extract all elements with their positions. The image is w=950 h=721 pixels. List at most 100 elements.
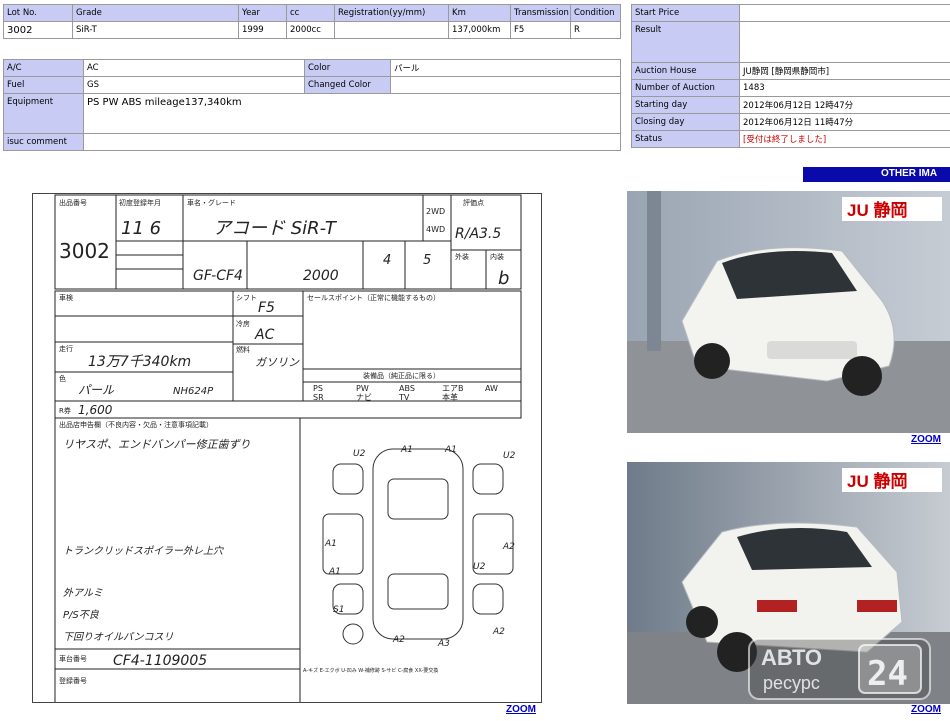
label-closing-day: Closing day xyxy=(631,113,740,131)
value-transmission: F5 xyxy=(510,21,571,39)
sheet-score: R/A3.5 xyxy=(455,226,501,242)
value-changed-color xyxy=(390,76,621,94)
watermark-line2: ресурс xyxy=(763,673,820,693)
auction-sheet-image[interactable]: 出品番号 3002 初度登録年月 11 6 車名・グレード アコード SiR-T… xyxy=(32,193,542,703)
sheet-lot-no: 3002 xyxy=(59,239,110,263)
sheet-options-grid: PS PW ABS エアB AWSR ナビ TV 本革 xyxy=(313,384,498,402)
sheet-chassis: CF4-1109005 xyxy=(113,653,207,669)
sheet-damage-mark: A3 xyxy=(437,639,450,649)
sheet-damage-mark: A1 xyxy=(400,445,413,455)
car-photo-front[interactable]: JU 静岡 xyxy=(627,191,950,433)
sheet-note-5: 下回りオイルパンコスリ xyxy=(63,631,174,643)
sheet-damage-mark: U2 xyxy=(503,451,516,461)
zoom-photo2-link[interactable]: ZOOM xyxy=(911,704,941,715)
value-color: パール xyxy=(390,59,621,77)
sheet-damage-mark: U2 xyxy=(353,449,366,459)
sheet-interior-label: 内装 xyxy=(490,252,504,261)
sheet-recycle: 1,600 xyxy=(78,403,113,417)
sheet-color-label: 色 xyxy=(59,374,66,383)
value-grade: SiR-T xyxy=(72,21,239,39)
sheet-color: パール xyxy=(78,383,115,397)
auction-status-table: Start Price Result Auction House JU静岡 [静… xyxy=(631,4,950,148)
sheet-capacity: 5 xyxy=(423,253,431,268)
value-lot-no: 3002 xyxy=(3,21,73,39)
header-lot-no: Lot No. xyxy=(3,4,73,22)
sheet-note-2: トランクリッドスポイラー外レ上穴 xyxy=(63,545,224,557)
value-result xyxy=(739,21,950,63)
sheet-chassis-label: 車台番号 xyxy=(59,654,87,663)
header-transmission: Transmission xyxy=(510,4,571,22)
zoom-sheet-link[interactable]: ZOOM xyxy=(506,704,536,715)
value-fuel: GS xyxy=(83,76,305,94)
zoom-photo1-link[interactable]: ZOOM xyxy=(911,434,941,445)
value-closing-day: 2012年06月12日 11時47分 xyxy=(739,113,950,131)
sheet-note-3: 外アルミ xyxy=(63,587,103,599)
label-comment: isuc comment xyxy=(3,133,84,151)
value-number-of-auction: 1483 xyxy=(739,79,950,97)
sheet-damage-marks: U2 A1 A1 U2 A1 A1 A2 U2 S1 A2 A3 A2 xyxy=(324,445,516,649)
sheet-model: アコード SiR-T xyxy=(213,218,338,239)
sheet-damage-mark: A1 xyxy=(328,567,341,577)
sheet-displacement: 2000 xyxy=(303,268,339,284)
value-ac: AC xyxy=(83,59,305,77)
sheet-option-item: PW xyxy=(356,384,369,393)
sheet-2wd: 2WD xyxy=(426,207,445,216)
header-km: Km xyxy=(448,4,511,22)
header-condition: Condition xyxy=(570,4,621,22)
sheet-color-code: NH624P xyxy=(173,386,214,397)
sheet-registration-label: 登録番号 xyxy=(59,676,87,685)
sheet-inspection-label: 車検 xyxy=(59,293,73,302)
sheet-recycle-label: R券 xyxy=(59,406,71,415)
label-result: Result xyxy=(631,21,740,63)
photo2-brand: JU 静岡 xyxy=(847,471,907,491)
header-registration: Registration(yy/mm) xyxy=(334,4,449,22)
label-start-price: Start Price xyxy=(631,4,740,22)
sheet-damage-mark: S1 xyxy=(333,605,344,615)
sheet-damage-mark: U2 xyxy=(473,562,486,572)
sheet-mileage: 13万7千340km xyxy=(88,354,191,370)
sheet-lot-label: 出品番号 xyxy=(59,198,87,207)
value-status: [受付は終了しました] xyxy=(739,130,950,148)
sheet-fuel: ガソリン xyxy=(255,356,300,369)
sheet-note-1: リヤスポ、エンドバンパー修正歯ずり xyxy=(63,438,251,451)
sheet-car-diagram xyxy=(322,448,514,645)
sheet-option-item: AW xyxy=(485,384,498,393)
photo1-brand: JU 静岡 xyxy=(847,200,907,220)
value-auction-house: JU静岡 [静岡県静岡市] xyxy=(739,62,950,80)
sheet-damage-mark: A1 xyxy=(444,445,457,455)
sheet-note-4: P/S不良 xyxy=(63,609,100,621)
header-cc: cc xyxy=(286,4,335,22)
sheet-ac: AC xyxy=(254,327,275,343)
sheet-options-label: 装備品（純正品に限る） xyxy=(363,371,440,380)
value-equipment: PS PW ABS mileage137,340km xyxy=(83,93,621,134)
sheet-mileage-label: 走行 xyxy=(59,344,73,353)
sheet-report-label: 出品店申告欄（不良内容・欠品・注意事項記載） xyxy=(59,420,213,429)
sheet-damage-mark: A2 xyxy=(502,542,515,552)
label-changed-color: Changed Color xyxy=(304,76,391,94)
sheet-damage-mark: A2 xyxy=(392,635,405,645)
value-comment xyxy=(83,133,621,151)
label-equipment: Equipment xyxy=(3,93,84,134)
avto-resurs-watermark: АВТО ресурс 24 xyxy=(747,637,932,701)
label-status: Status xyxy=(631,130,740,148)
label-fuel: Fuel xyxy=(3,76,84,94)
value-cc: 2000cc xyxy=(286,21,335,39)
sheet-fuel-label: 燃料 xyxy=(236,345,250,354)
label-number-of-auction: Number of Auction xyxy=(631,79,740,97)
watermark-number: 24 xyxy=(867,654,908,694)
sheet-option-item: PS xyxy=(313,384,323,393)
other-images-bar: OTHER IMA xyxy=(803,167,950,182)
sheet-first-reg-label: 初度登録年月 xyxy=(119,198,161,207)
watermark-line1: АВТО xyxy=(761,645,822,670)
sheet-type-code: GF-CF4 xyxy=(193,268,243,284)
spec-table: A/C AC Color パール Fuel GS Changed Color E… xyxy=(3,59,621,151)
value-km: 137,000km xyxy=(448,21,511,39)
sheet-first-reg: 11 6 xyxy=(121,218,161,239)
sheet-shift-label: シフト xyxy=(236,294,257,302)
sheet-legend: A-キズ E-エクボ U-凹み W-補修跡 S-サビ C-腐食 XX-要交換 xyxy=(303,667,438,674)
value-start-price xyxy=(739,4,950,22)
sheet-option-item: ABS xyxy=(399,384,415,393)
sheet-first-reg-box xyxy=(115,194,184,290)
sheet-damage-mark: A1 xyxy=(324,539,337,549)
label-ac: A/C xyxy=(3,59,84,77)
